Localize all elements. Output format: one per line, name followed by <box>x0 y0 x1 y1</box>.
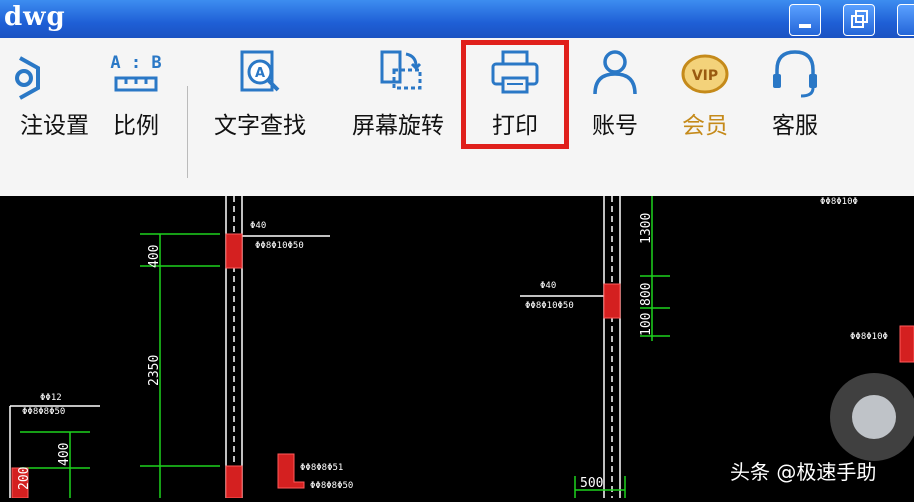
watermark-text: 头条 @极速手助 <box>730 460 877 484</box>
minimize-icon <box>799 24 811 28</box>
cad-drawing: Φ40 ΦΦ8Φ10Φ50 Φ40 ΦΦ8Φ10Φ50 ΦΦ12 ΦΦ8Φ8Φ5… <box>9 196 914 499</box>
title-bar: dwg <box>0 0 914 38</box>
svg-text:A: A <box>255 66 265 81</box>
dim-label: 400 <box>147 245 162 268</box>
close-button[interactable] <box>897 4 914 36</box>
dim-label: 400 <box>57 443 72 466</box>
annotation-settings-button[interactable]: 注设置 <box>0 44 89 154</box>
dim-label: 500 <box>580 476 603 491</box>
vip-icon: VIP <box>681 54 729 94</box>
dim-label: 2350 <box>147 355 162 386</box>
text-search-button[interactable]: A 文字查找 <box>210 44 310 154</box>
vip-label: 会员 <box>682 113 728 139</box>
user-icon <box>593 50 637 95</box>
screen-rotate-button[interactable]: 屏幕旋转 <box>348 44 448 154</box>
account-button[interactable]: 账号 <box>565 44 665 154</box>
svg-text:ΦΦ8Φ8Φ50: ΦΦ8Φ8Φ50 <box>22 407 65 417</box>
floating-assistive-button[interactable] <box>830 373 914 461</box>
dim-label: 100 <box>639 313 654 336</box>
vip-icon-text: VIP <box>692 68 718 84</box>
window-title: dwg <box>4 2 66 32</box>
restore-button[interactable] <box>843 4 875 36</box>
ratio-label: 比例 <box>113 113 159 139</box>
rotate-screen-icon <box>380 50 422 90</box>
svg-text:ΦΦ12: ΦΦ12 <box>40 393 62 403</box>
annotation-settings-label: 注设置 <box>20 113 89 139</box>
svg-text:Φ40: Φ40 <box>540 281 556 291</box>
dim-label: 1300 <box>639 213 654 244</box>
dim-label: 800 <box>639 283 654 306</box>
ruler-icon: A : B <box>110 53 162 92</box>
svg-text:ΦΦ8Φ10Φ: ΦΦ8Φ10Φ <box>850 332 888 342</box>
restore-icon <box>851 10 868 28</box>
text-search-label: 文字查找 <box>214 113 306 139</box>
headset-icon <box>773 50 817 98</box>
svg-text:ΦΦ8Φ8Φ51: ΦΦ8Φ8Φ51 <box>300 463 343 473</box>
cad-drawing-canvas[interactable]: Φ40 ΦΦ8Φ10Φ50 Φ40 ΦΦ8Φ10Φ50 ΦΦ12 ΦΦ8Φ8Φ5… <box>0 196 914 499</box>
customer-service-label: 客服 <box>772 113 818 139</box>
customer-service-button[interactable]: 客服 <box>745 44 845 154</box>
toolbar-separator <box>187 86 188 178</box>
ratio-button[interactable]: A : B 比例 <box>86 44 186 154</box>
floating-button-knob <box>852 395 896 439</box>
text-search-icon: A <box>240 50 280 92</box>
svg-text:ΦΦ8Φ10Φ: ΦΦ8Φ10Φ <box>820 197 858 207</box>
svg-text:ΦΦ8Φ10Φ50: ΦΦ8Φ10Φ50 <box>255 241 304 251</box>
svg-text:Φ40: Φ40 <box>250 221 266 231</box>
screen-rotate-label: 屏幕旋转 <box>352 113 444 139</box>
toolbar: 注设置 A : B 比例 A 文字查找 屏幕旋转 打印 账号 VIP 会员 客服 <box>0 38 914 196</box>
minimize-button[interactable] <box>789 4 821 36</box>
dim-label: 200 <box>17 467 32 490</box>
vip-button[interactable]: VIP 会员 <box>655 44 755 154</box>
gear-icon <box>15 56 40 100</box>
ratio-icon-text: A : B <box>110 53 161 73</box>
account-label: 账号 <box>592 113 638 139</box>
print-highlight-box <box>461 40 569 149</box>
svg-text:ΦΦ8Φ10Φ50: ΦΦ8Φ10Φ50 <box>525 301 574 311</box>
svg-text:ΦΦ8Φ8Φ50: ΦΦ8Φ8Φ50 <box>310 481 353 491</box>
